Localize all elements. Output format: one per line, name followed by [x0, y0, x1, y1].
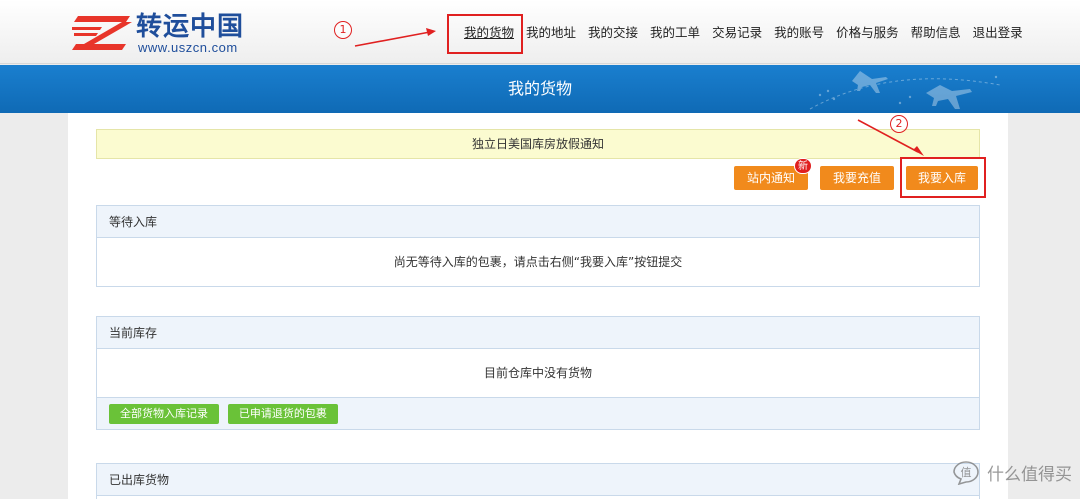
main-nav: 我的货物 我的地址 我的交接 我的工单 交易记录 我的账号 价格与服务 帮助信息…: [464, 24, 1035, 44]
nav-transactions[interactable]: 交易记录: [712, 24, 762, 44]
all-inbound-records-button[interactable]: 全部货物入库记录: [109, 404, 219, 424]
waiting-empty-text: 尚无等待入库的包裹，请点击右侧“我要入库”按钮提交: [393, 255, 683, 269]
page-title: 我的货物: [507, 79, 572, 98]
annotation-highlight-nav: [447, 14, 523, 54]
logo-url: www.uszcn.com: [138, 40, 238, 55]
nav-my-tickets[interactable]: 我的工单: [650, 24, 700, 44]
logo-mark-icon: [72, 16, 132, 50]
inventory-empty-text: 目前仓库中没有货物: [483, 366, 592, 380]
recharge-button[interactable]: 我要充值: [820, 166, 894, 190]
annotation-highlight-inbound: [900, 157, 986, 198]
svg-text:值: 值: [961, 466, 972, 479]
returned-packages-button[interactable]: 已申请退货的包裹: [227, 404, 338, 424]
shipped-panel-title: 已出库货物: [97, 464, 979, 496]
site-header: 转运中国 www.uszcn.com 我的货物 我的地址 我的交接 我的工单 交…: [0, 0, 1080, 64]
waiting-panel-title: 等待入库: [97, 206, 979, 238]
nav-my-handover[interactable]: 我的交接: [588, 24, 638, 44]
nav-logout[interactable]: 退出登录: [973, 24, 1023, 44]
nav-pricing[interactable]: 价格与服务: [836, 24, 899, 44]
page-banner: 我的货物: [0, 65, 1080, 113]
shipped-panel: 已出库货物: [96, 463, 980, 499]
inventory-panel-footer: 全部货物入库记录 已申请退货的包裹: [97, 397, 979, 429]
nav-my-address[interactable]: 我的地址: [526, 24, 576, 44]
nav-help[interactable]: 帮助信息: [911, 24, 961, 44]
site-logo[interactable]: 转运中国 www.uszcn.com: [72, 12, 252, 55]
inventory-panel-title: 当前库存: [97, 317, 979, 349]
watermark-text: 什么值得买: [987, 464, 1072, 485]
inventory-panel: 当前库存 目前仓库中没有货物 全部货物入库记录 已申请退货的包裹: [96, 316, 980, 430]
annotation-step-2: 2: [890, 115, 908, 133]
holiday-notice[interactable]: 独立日美国库房放假通知: [96, 129, 980, 159]
nav-my-account[interactable]: 我的账号: [774, 24, 824, 44]
logo-text: 转运中国: [136, 12, 245, 42]
main-content: 独立日美国库房放假通知 站内通知 新 我要充值 我要入库 等待入库 尚无等待入库…: [68, 113, 1008, 499]
zhi-icon: 值: [953, 461, 979, 485]
new-badge: 新: [794, 158, 812, 174]
annotation-step-1: 1: [334, 21, 352, 39]
waiting-panel: 等待入库 尚无等待入库的包裹，请点击右侧“我要入库”按钮提交: [96, 205, 980, 287]
watermark: 值 什么值得买: [951, 459, 1072, 485]
